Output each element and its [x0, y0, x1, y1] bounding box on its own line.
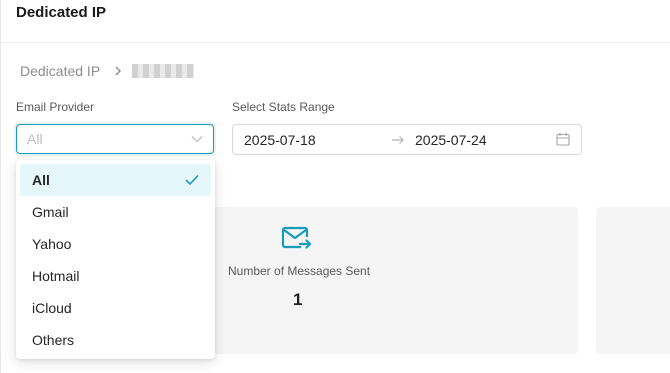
check-icon: [185, 173, 199, 189]
dropdown-option-hotmail[interactable]: Hotmail: [20, 260, 211, 292]
mail-send-icon: [281, 226, 313, 257]
stats-range-picker[interactable]: 2025-07-18 2025-07-24: [232, 124, 582, 155]
breadcrumb-root-link[interactable]: Dedicated IP: [20, 63, 100, 79]
dropdown-option-all[interactable]: All: [20, 164, 211, 196]
range-start-date[interactable]: 2025-07-18: [244, 132, 316, 148]
option-label: iCloud: [32, 300, 72, 316]
dropdown-option-icloud[interactable]: iCloud: [20, 292, 211, 324]
arrow-right-icon: [391, 133, 405, 149]
option-label: Gmail: [32, 204, 69, 220]
dropdown-option-yahoo[interactable]: Yahoo: [20, 228, 211, 260]
chevron-down-icon: [191, 135, 203, 143]
email-provider-select-value: All: [27, 131, 43, 147]
dropdown-option-others[interactable]: Others: [20, 324, 211, 356]
header-divider: [0, 42, 670, 43]
range-end-date[interactable]: 2025-07-24: [415, 132, 487, 148]
breadcrumb-current-redacted: [132, 64, 195, 78]
breadcrumb: Dedicated IP: [20, 62, 195, 80]
option-label: Hotmail: [32, 268, 80, 284]
stats-range-label: Select Stats Range: [232, 100, 335, 114]
calendar-icon[interactable]: [556, 132, 570, 149]
dropdown-option-gmail[interactable]: Gmail: [20, 196, 211, 228]
page-title: Dedicated IP: [16, 4, 107, 21]
option-label: Others: [32, 332, 75, 348]
option-label: Yahoo: [32, 236, 72, 252]
email-provider-label: Email Provider: [16, 100, 95, 114]
messages-sent-value: 1: [293, 290, 303, 309]
messages-sent-label: Number of Messages Sent: [228, 264, 371, 278]
left-border: [0, 0, 1, 373]
chevron-right-icon: [114, 66, 122, 76]
stat-card-next: [596, 207, 670, 354]
email-provider-dropdown: All Gmail Yahoo Hotmail iCloud Others: [16, 160, 215, 359]
email-provider-select[interactable]: All: [16, 124, 214, 154]
option-label: All: [32, 172, 50, 188]
